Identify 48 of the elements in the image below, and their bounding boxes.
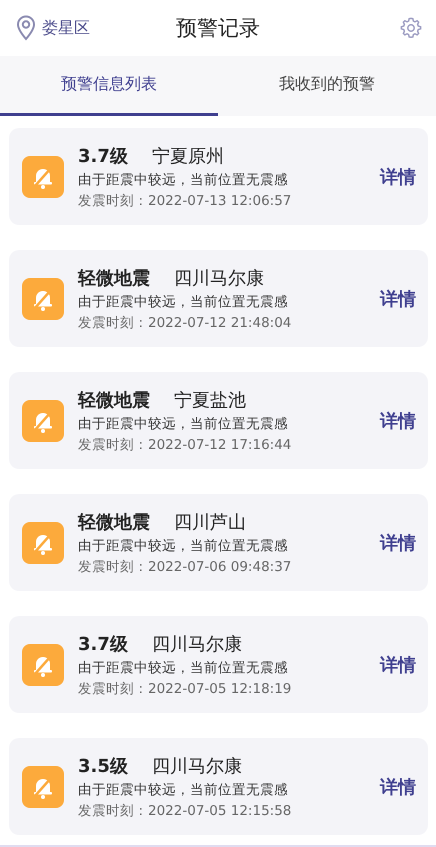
detail-link[interactable]: 详情 <box>380 408 416 432</box>
place-text: 宁夏盐池 <box>174 388 246 412</box>
time-text: 发震时刻：2022-07-12 17:16:44 <box>78 436 292 454</box>
place-text: 四川芦山 <box>174 510 246 534</box>
muted-bell-icon <box>22 278 64 320</box>
warning-card[interactable]: 3.5级 四川马尔康 由于距震中较远，当前位置无震感 发震时刻：2022-07-05 12:15:58 详情 <box>9 738 428 835</box>
note-text: 由于距震中较远，当前位置无震感 <box>78 170 289 188</box>
location-button[interactable]: 娄星区 <box>16 15 90 41</box>
muted-bell-icon <box>22 522 64 564</box>
time-text: 发震时刻：2022-07-13 12:06:57 <box>78 192 292 210</box>
place-text: 四川马尔康 <box>174 266 264 290</box>
muted-bell-icon <box>22 156 64 198</box>
detail-link[interactable]: 详情 <box>380 164 416 188</box>
warning-card[interactable]: 轻微地震 宁夏盐池 由于距震中较远，当前位置无震感 发震时刻：2022-07-12 17:16:44 详情 <box>9 372 428 469</box>
muted-bell-icon <box>22 644 64 686</box>
detail-link[interactable]: 详情 <box>380 530 416 554</box>
magnitude-text: 轻微地震 <box>78 266 150 290</box>
magnitude-text: 3.7级 <box>78 632 128 656</box>
magnitude-text: 3.7级 <box>78 144 128 168</box>
note-text: 由于距震中较远，当前位置无震感 <box>78 292 289 310</box>
place-text: 四川马尔康 <box>152 754 242 778</box>
time-text: 发震时刻：2022-07-12 21:48:04 <box>78 314 292 332</box>
magnitude-text: 轻微地震 <box>78 388 150 412</box>
magnitude-text: 3.5级 <box>78 754 128 778</box>
note-text: 由于距震中较远，当前位置无震感 <box>78 414 289 432</box>
time-text: 发震时刻：2022-07-05 12:18:19 <box>78 680 292 698</box>
detail-link[interactable]: 详情 <box>380 774 416 798</box>
warning-card[interactable]: 轻微地震 四川马尔康 由于距震中较远，当前位置无震感 发震时刻：2022-07-12 21:48:04 详情 <box>9 250 428 347</box>
note-text: 由于距震中较远，当前位置无震感 <box>78 536 289 554</box>
time-text: 发震时刻：2022-07-05 12:15:58 <box>78 802 292 820</box>
warning-card[interactable]: 3.7级 宁夏原州 由于距震中较远，当前位置无震感 发震时刻：2022-07-13 12:06:57 详情 <box>9 128 428 225</box>
muted-bell-icon <box>22 400 64 442</box>
warning-card[interactable]: 轻微地震 四川芦山 由于距震中较远，当前位置无震感 发震时刻：2022-07-06 09:48:37 详情 <box>9 494 428 591</box>
time-text: 发震时刻：2022-07-06 09:48:37 <box>78 558 292 576</box>
page-title: 预警记录 <box>175 15 261 42</box>
settings-icon[interactable] <box>400 17 422 39</box>
location-pin-icon <box>16 15 36 41</box>
place-text: 宁夏原州 <box>152 144 224 168</box>
tab[interactable]: 预警信息列表 <box>0 56 218 116</box>
note-text: 由于距震中较远，当前位置无震感 <box>78 780 289 798</box>
muted-bell-icon <box>22 766 64 808</box>
magnitude-text: 轻微地震 <box>78 510 150 534</box>
tab[interactable]: 我收到的预警 <box>218 56 436 116</box>
place-text: 四川马尔康 <box>152 632 242 656</box>
detail-link[interactable]: 详情 <box>380 652 416 676</box>
note-text: 由于距震中较远，当前位置无震感 <box>78 658 289 676</box>
detail-link[interactable]: 详情 <box>380 286 416 310</box>
warning-card[interactable]: 3.7级 四川马尔康 由于距震中较远，当前位置无震感 发震时刻：2022-07-05 12:18:19 详情 <box>9 616 428 713</box>
